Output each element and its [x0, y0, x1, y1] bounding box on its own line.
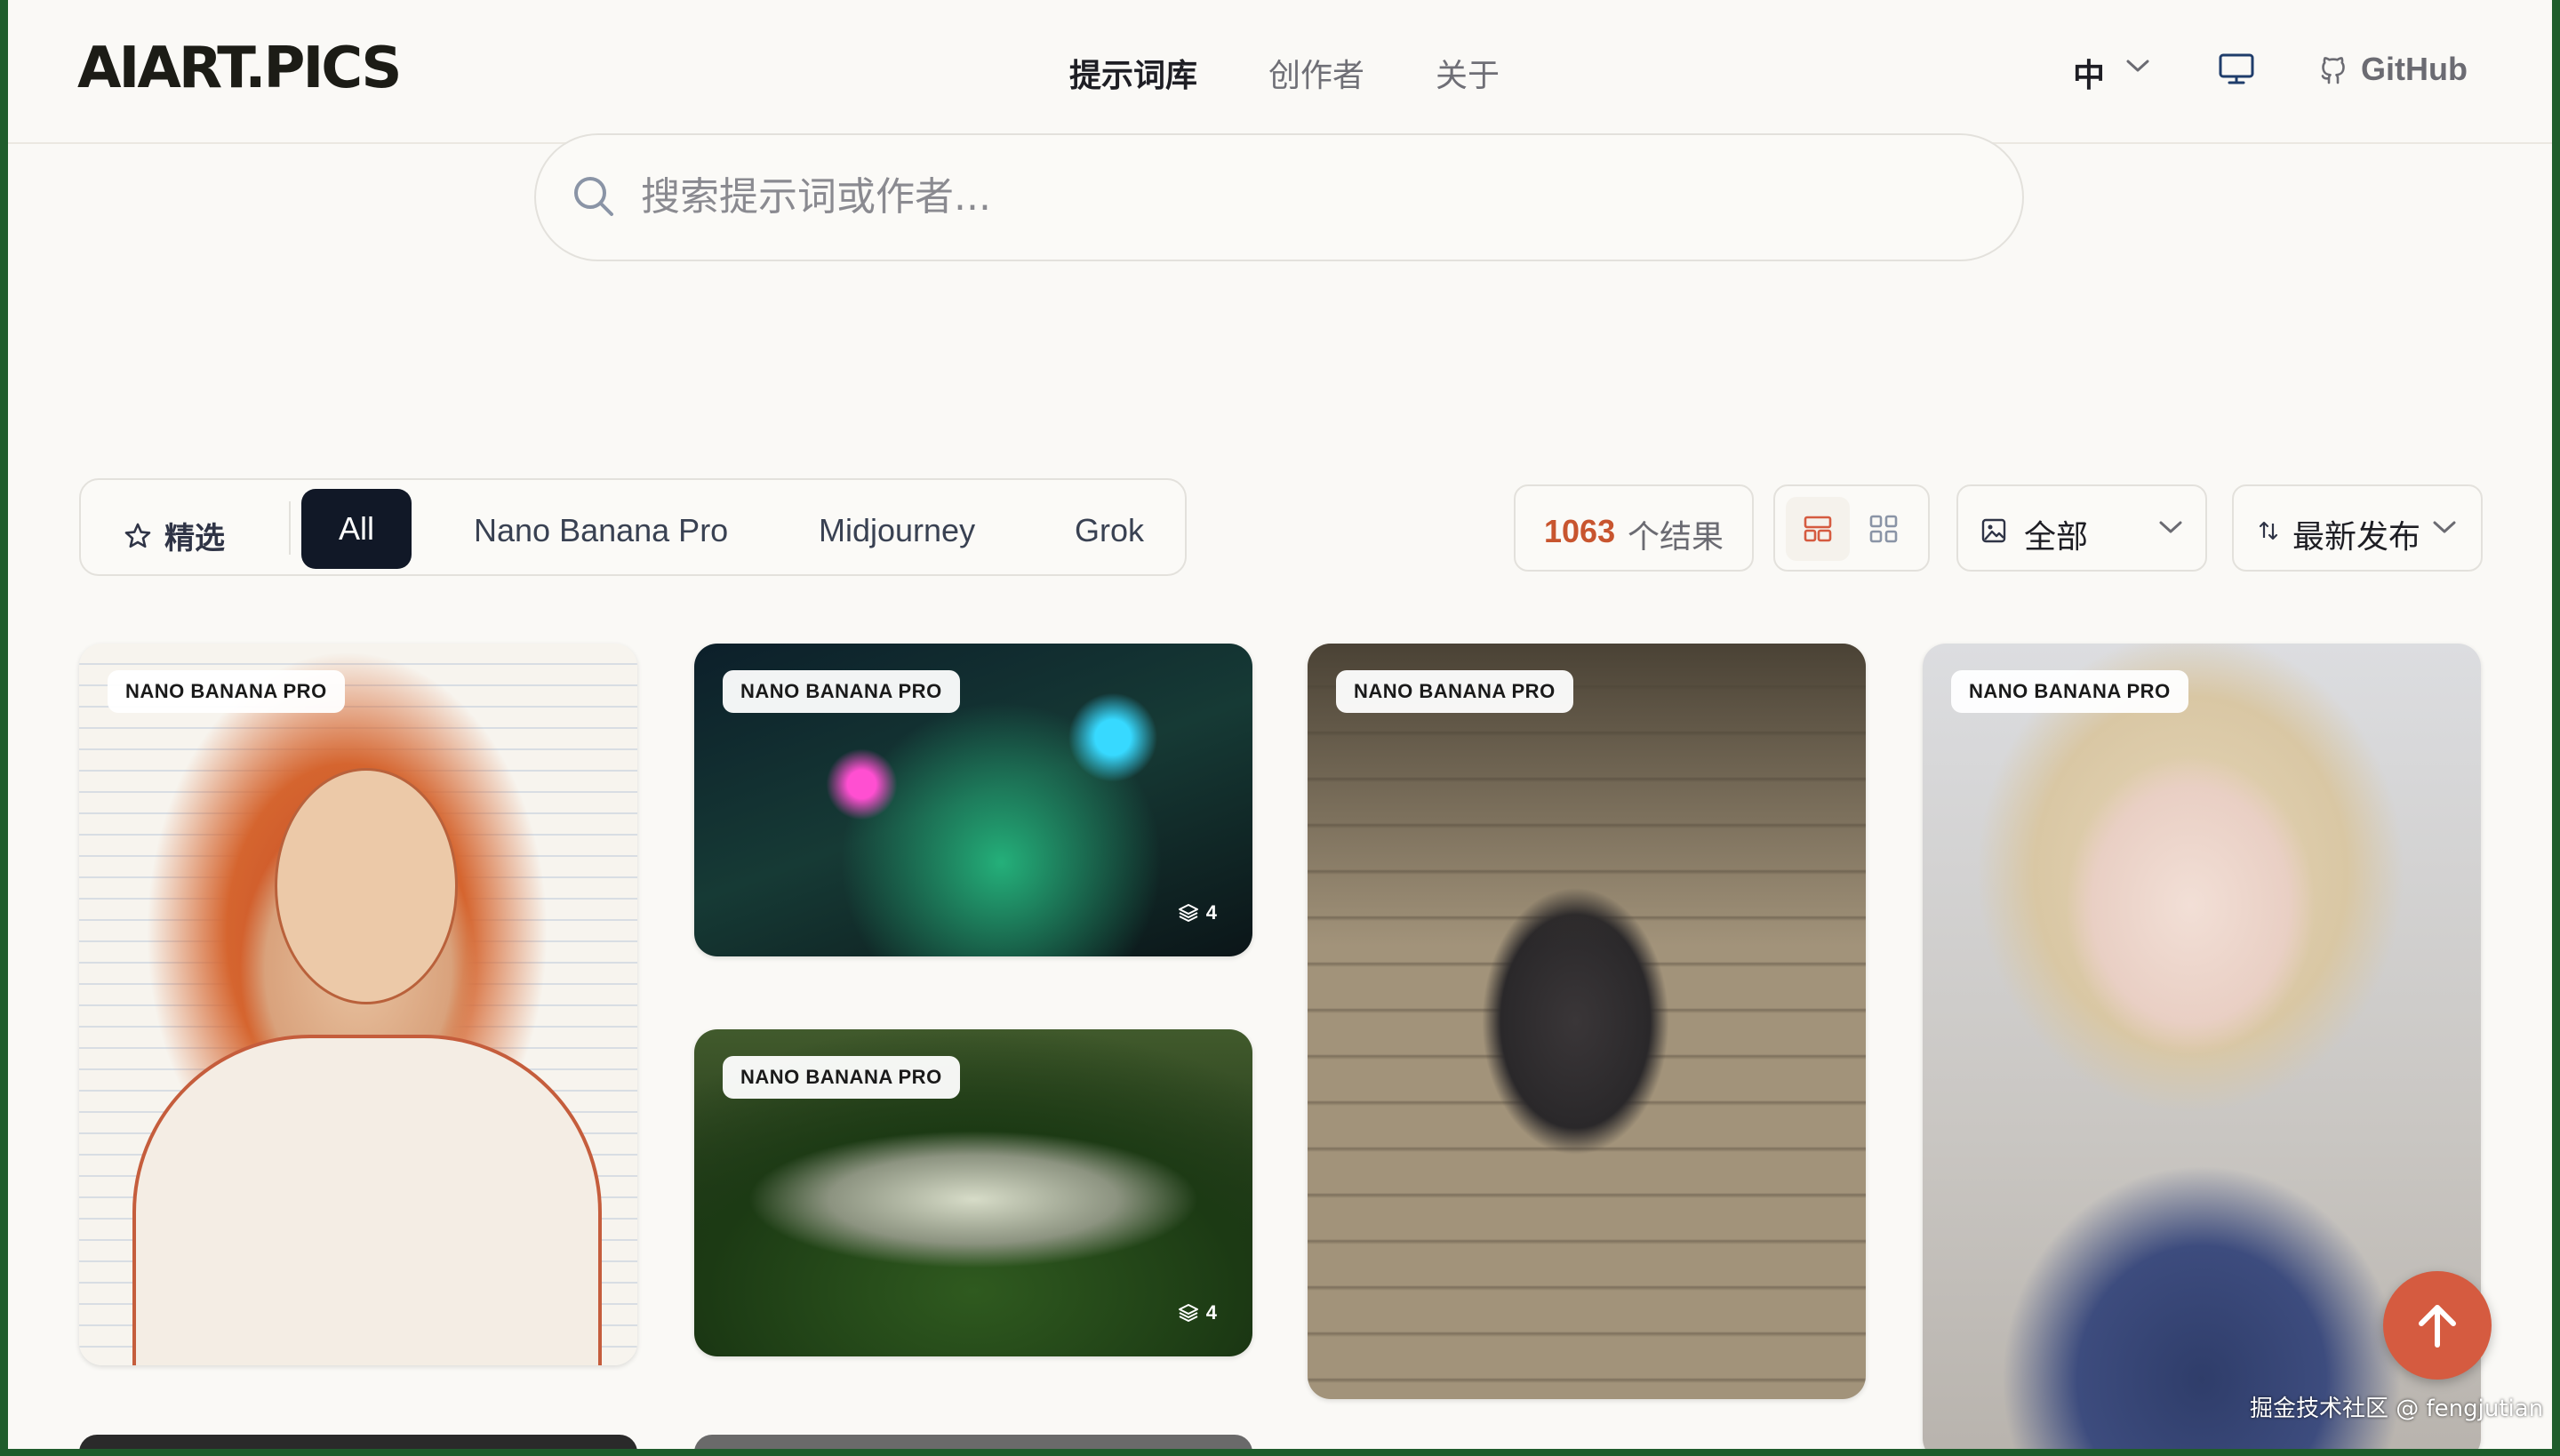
category-value: 全部 — [2024, 519, 2089, 556]
arrow-up-icon — [2419, 1305, 2456, 1348]
layers-icon — [1178, 904, 1198, 922]
layout-masonry-icon — [1804, 516, 1832, 542]
chevron-down-icon[interactable] — [2126, 59, 2149, 73]
tab-all[interactable]: All — [301, 489, 412, 569]
image-count: 4 — [1178, 1301, 1217, 1324]
sort-value: 最新发布 — [2292, 519, 2421, 556]
scroll-to-top-button[interactable] — [2383, 1271, 2492, 1380]
nav-about[interactable]: 关于 — [1436, 50, 1500, 96]
site-logo[interactable]: AIART.PICS — [77, 36, 402, 101]
layout-masonry-button[interactable] — [1786, 497, 1850, 561]
category-select[interactable]: 全部 — [1956, 484, 2207, 572]
tab-nano-banana-pro[interactable]: Nano Banana Pro — [474, 512, 728, 549]
model-badge: NANO BANANA PRO — [723, 670, 960, 713]
tab-grok[interactable]: Grok — [1075, 512, 1144, 549]
chevron-down-icon — [2433, 521, 2456, 533]
layout-grid-icon[interactable] — [1869, 515, 1898, 543]
result-count-number: 1063 — [1544, 513, 1616, 549]
prompt-card[interactable]: NANO BANANA PRO 4 — [694, 1029, 1252, 1356]
prompt-card[interactable]: NANO BANANA PRO — [79, 644, 637, 1365]
model-badge: NANO BANANA PRO — [1951, 670, 2188, 713]
image-count-value: 4 — [1205, 901, 1217, 924]
search-icon — [574, 177, 613, 216]
nav-prompts[interactable]: 提示词库 — [1069, 50, 1197, 96]
view-toggle — [1773, 484, 1930, 572]
model-filter-group: 精选 All Nano Banana Pro Midjourney Grok — [79, 478, 1187, 576]
tab-midjourney[interactable]: Midjourney — [819, 512, 975, 549]
star-icon — [124, 523, 151, 548]
featured-label: 精选 — [164, 521, 225, 556]
model-badge: NANO BANANA PRO — [1336, 670, 1573, 713]
image-count: 4 — [1178, 901, 1217, 924]
result-count: 1063 个结果 — [1514, 484, 1754, 572]
github-icon[interactable] — [2317, 53, 2349, 85]
prompt-card[interactable]: NANO BANANA PRO — [1308, 644, 1866, 1399]
language-switcher[interactable]: 中 — [2073, 50, 2105, 96]
main-nav: 提示词库 创作者 关于 — [1069, 50, 1571, 96]
github-link[interactable]: GitHub — [2361, 51, 2468, 88]
prompt-card[interactable]: NANO BANANA PRO 4 — [694, 644, 1252, 956]
layers-icon — [1178, 1304, 1198, 1322]
card-image-art — [132, 1035, 602, 1365]
divider — [289, 501, 291, 555]
card-image-art — [275, 768, 458, 1004]
monitor-icon[interactable] — [2219, 53, 2254, 85]
prompt-card-partial[interactable] — [79, 1435, 637, 1449]
featured-filter[interactable]: 精选 — [124, 514, 225, 557]
nav-creators[interactable]: 创作者 — [1268, 50, 1364, 96]
sort-icon — [2259, 521, 2278, 540]
image-icon — [1981, 518, 2006, 543]
model-badge: NANO BANANA PRO — [723, 1056, 960, 1099]
chevron-down-icon — [2159, 521, 2182, 533]
top-header: AIART.PICS 提示词库 创作者 关于 中 GitHub — [8, 0, 2552, 144]
prompt-card-partial[interactable] — [694, 1435, 1252, 1449]
model-badge: NANO BANANA PRO — [108, 670, 345, 713]
search-bar — [534, 133, 2024, 261]
app-window: AIART.PICS 提示词库 创作者 关于 中 GitHub 搜索提示词或作者… — [8, 0, 2552, 1449]
search-input[interactable] — [639, 169, 1887, 224]
sort-select[interactable]: 最新发布 — [2232, 484, 2483, 572]
result-count-unit: 个结果 — [1628, 519, 1724, 556]
watermark: 掘金技术社区 @ fengjutian — [2250, 1396, 2544, 1422]
image-count-value: 4 — [1205, 1301, 1217, 1324]
